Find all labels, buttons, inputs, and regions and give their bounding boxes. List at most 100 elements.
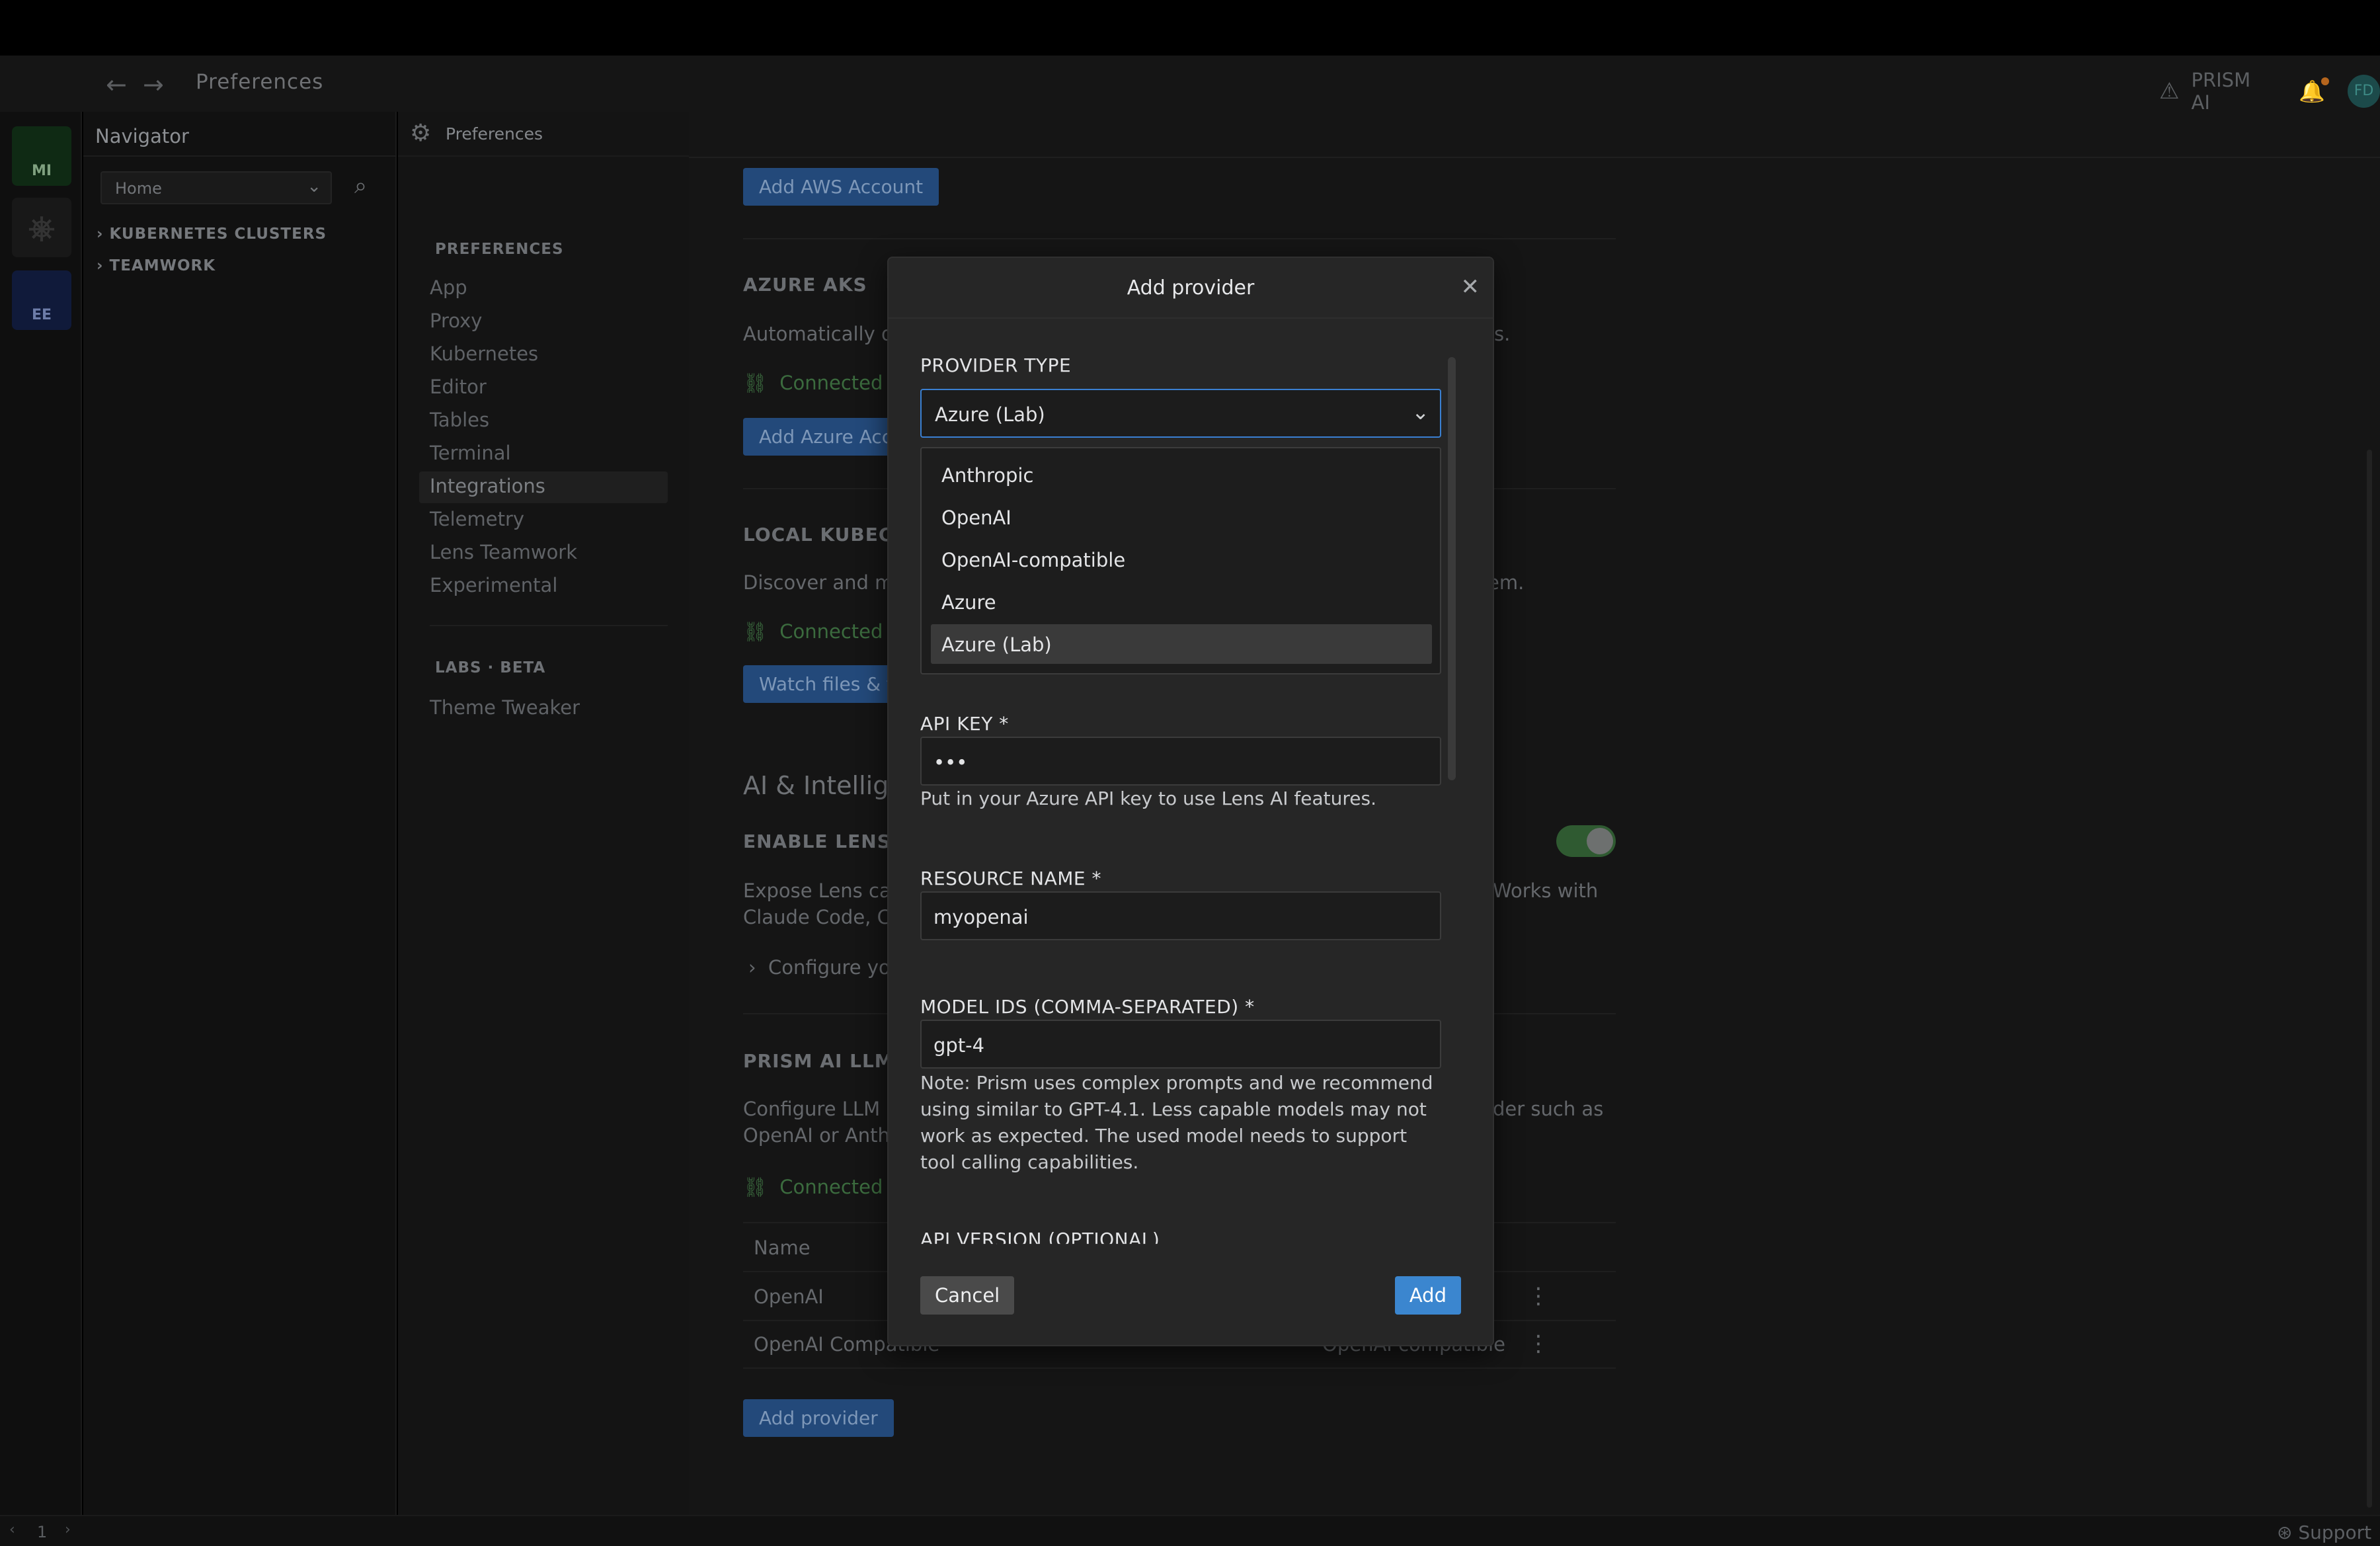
ai-intelligence-heading: AI & Intellige <box>743 771 904 800</box>
tab-label: Preferences <box>446 124 543 143</box>
forward-arrow-icon[interactable]: → <box>143 70 164 99</box>
table-row-name: OpenAI <box>754 1285 824 1308</box>
pref-item-tables[interactable]: Tables <box>430 409 489 431</box>
support-link[interactable]: ⊛ Support <box>2277 1522 2371 1543</box>
back-arrow-icon[interactable]: ← <box>106 70 127 99</box>
api-key-input[interactable]: ••• <box>920 737 1441 786</box>
bell-icon[interactable]: 🔔 <box>2299 77 2329 104</box>
prism-description-line2: OpenAI or Anthr <box>743 1124 898 1147</box>
prev-page-icon[interactable]: ‹ <box>9 1522 15 1538</box>
option-openai[interactable]: OpenAI <box>931 497 1432 537</box>
avatar[interactable]: FD <box>2348 75 2380 108</box>
prism-description-tail: der such as <box>1493 1098 1604 1120</box>
search-icon[interactable]: ⌕ <box>354 173 367 199</box>
status-bar: ‹ 1 › ⊛ Support <box>0 1515 2380 1546</box>
dialog-scrollbar[interactable] <box>1448 357 1456 780</box>
tree-item-teamwork[interactable]: › TEAMWORK <box>97 257 216 274</box>
option-azure[interactable]: Azure <box>931 582 1432 622</box>
add-button[interactable]: Add <box>1394 1276 1461 1315</box>
provider-type-select[interactable]: Azure (Lab) ⌄ <box>920 389 1441 438</box>
cancel-button[interactable]: Cancel <box>920 1276 1015 1315</box>
pref-item-theme-tweaker[interactable]: Theme Tweaker <box>430 696 580 719</box>
pref-item-app[interactable]: App <box>430 276 467 299</box>
add-provider-button[interactable]: Add provider <box>743 1399 894 1437</box>
chevron-right-icon: › <box>748 956 756 979</box>
prism-ai-icon[interactable]: ⚠ <box>2159 78 2179 104</box>
tree-item-label: KUBERNETES CLUSTERS <box>109 225 327 243</box>
api-key-hint: Put in your Azure API key to use Lens AI… <box>920 788 1376 809</box>
close-icon[interactable]: ✕ <box>1461 274 1480 300</box>
cluster-icon-mi[interactable]: MI <box>12 126 71 186</box>
navigator-select[interactable]: Home ⌄ <box>100 171 332 204</box>
title-bar: ← → Preferences ⚠ PRISM AI 🔔 FD <box>0 56 2380 114</box>
chevron-down-icon: ⌄ <box>1411 399 1429 425</box>
navigator-panel: Navigator Home ⌄ ⌕ › KUBERNETES CLUSTERS… <box>83 112 397 1515</box>
kebab-menu-icon[interactable]: ⋮ <box>1527 1330 1550 1357</box>
chevron-down-icon: ⌄ <box>307 177 321 196</box>
titlebar-right: ⚠ PRISM AI 🔔 FD <box>2159 69 2380 114</box>
table-header-name: Name <box>754 1237 811 1259</box>
next-page-icon[interactable]: › <box>65 1522 71 1538</box>
azure-description-tail: s. <box>1494 323 1511 345</box>
azure-description: Automatically di <box>743 323 899 345</box>
support-icon: ⊛ <box>2277 1522 2293 1543</box>
pref-item-lens-teamwork[interactable]: Lens Teamwork <box>430 541 577 563</box>
dialog-header: Add provider ✕ <box>889 258 1493 319</box>
tab-preferences[interactable]: ⚙ Preferences ✕ <box>398 112 726 157</box>
azure-aks-heading: AZURE AKS <box>743 274 867 296</box>
azure-connected-status: ⛓ Connected <box>743 372 883 395</box>
model-ids-label: MODEL IDS (COMMA-SEPARATED) * <box>920 996 1255 1018</box>
cluster-icon-ee[interactable]: EE <box>12 270 71 330</box>
prism-ai-label[interactable]: PRISM AI <box>2191 69 2274 114</box>
provider-type-label: PROVIDER TYPE <box>920 354 1072 376</box>
link-icon: ⛓ <box>743 372 768 394</box>
tree-item-kubernetes-clusters[interactable]: › KUBERNETES CLUSTERS <box>97 225 327 243</box>
expose-description-tail: Works with <box>1493 879 1599 902</box>
tree-item-label: TEAMWORK <box>109 257 216 274</box>
content-scrollbar[interactable] <box>2367 450 2372 1508</box>
resource-name-label: RESOURCE NAME * <box>920 868 1102 889</box>
configure-link-text: Configure yo <box>768 956 891 979</box>
status-text: Connected <box>779 620 883 643</box>
local-connected-status: ⛓ Connected <box>743 620 883 643</box>
pref-item-integrations[interactable]: Integrations <box>430 475 545 497</box>
rail-item-label: EE <box>31 307 52 323</box>
preferences-heading: PREFERENCES <box>435 241 564 258</box>
dialog-title: Add provider <box>1127 276 1255 300</box>
content-top-divider <box>689 157 2380 158</box>
prism-connected-status: ⛓ Connected <box>743 1176 883 1199</box>
option-anthropic[interactable]: Anthropic <box>931 455 1432 495</box>
kebab-menu-icon[interactable]: ⋮ <box>1527 1283 1550 1309</box>
navigator-title: Navigator <box>95 125 189 147</box>
window-top-bar <box>0 0 2380 56</box>
watch-files-button[interactable]: Watch files & f <box>743 665 909 703</box>
local-description: Discover and ma <box>743 571 906 594</box>
pref-item-experimental[interactable]: Experimental <box>430 574 557 596</box>
navigator-select-value: Home <box>115 179 162 198</box>
expose-description-line1: Expose Lens cap <box>743 879 904 902</box>
hotbar-rail: MI ⎈ EE <box>0 112 82 1515</box>
provider-type-dropdown: Anthropic OpenAI OpenAI-compatible Azure… <box>920 447 1441 674</box>
pref-item-kubernetes[interactable]: Kubernetes <box>430 343 538 365</box>
pref-item-editor[interactable]: Editor <box>430 376 487 398</box>
option-azure-lab[interactable]: Azure (Lab) <box>931 624 1432 664</box>
link-icon: ⛓ <box>743 1176 768 1198</box>
provider-type-value: Azure (Lab) <box>935 403 1045 426</box>
model-ids-input[interactable]: gpt-4 <box>920 1020 1441 1069</box>
enable-mcp-toggle[interactable] <box>1556 825 1616 857</box>
add-aws-account-button[interactable]: Add AWS Account <box>743 168 939 206</box>
link-icon: ⛓ <box>743 620 768 643</box>
gear-icon: ⚙ <box>410 120 432 147</box>
rail-item-label: MI <box>31 163 52 179</box>
status-text: Connected <box>779 372 883 394</box>
option-openai-compatible[interactable]: OpenAI-compatible <box>931 540 1432 579</box>
kubernetes-icon[interactable]: ⎈ <box>12 198 71 257</box>
pref-item-terminal[interactable]: Terminal <box>430 442 511 464</box>
section-divider <box>743 238 1616 239</box>
resource-name-input[interactable]: myopenai <box>920 891 1441 940</box>
pref-item-proxy[interactable]: Proxy <box>430 309 482 332</box>
configure-expander[interactable]: › Configure yo <box>748 956 891 979</box>
pref-item-telemetry[interactable]: Telemetry <box>430 508 524 530</box>
support-label: Support <box>2298 1522 2372 1543</box>
toggle-knob <box>1587 828 1613 854</box>
